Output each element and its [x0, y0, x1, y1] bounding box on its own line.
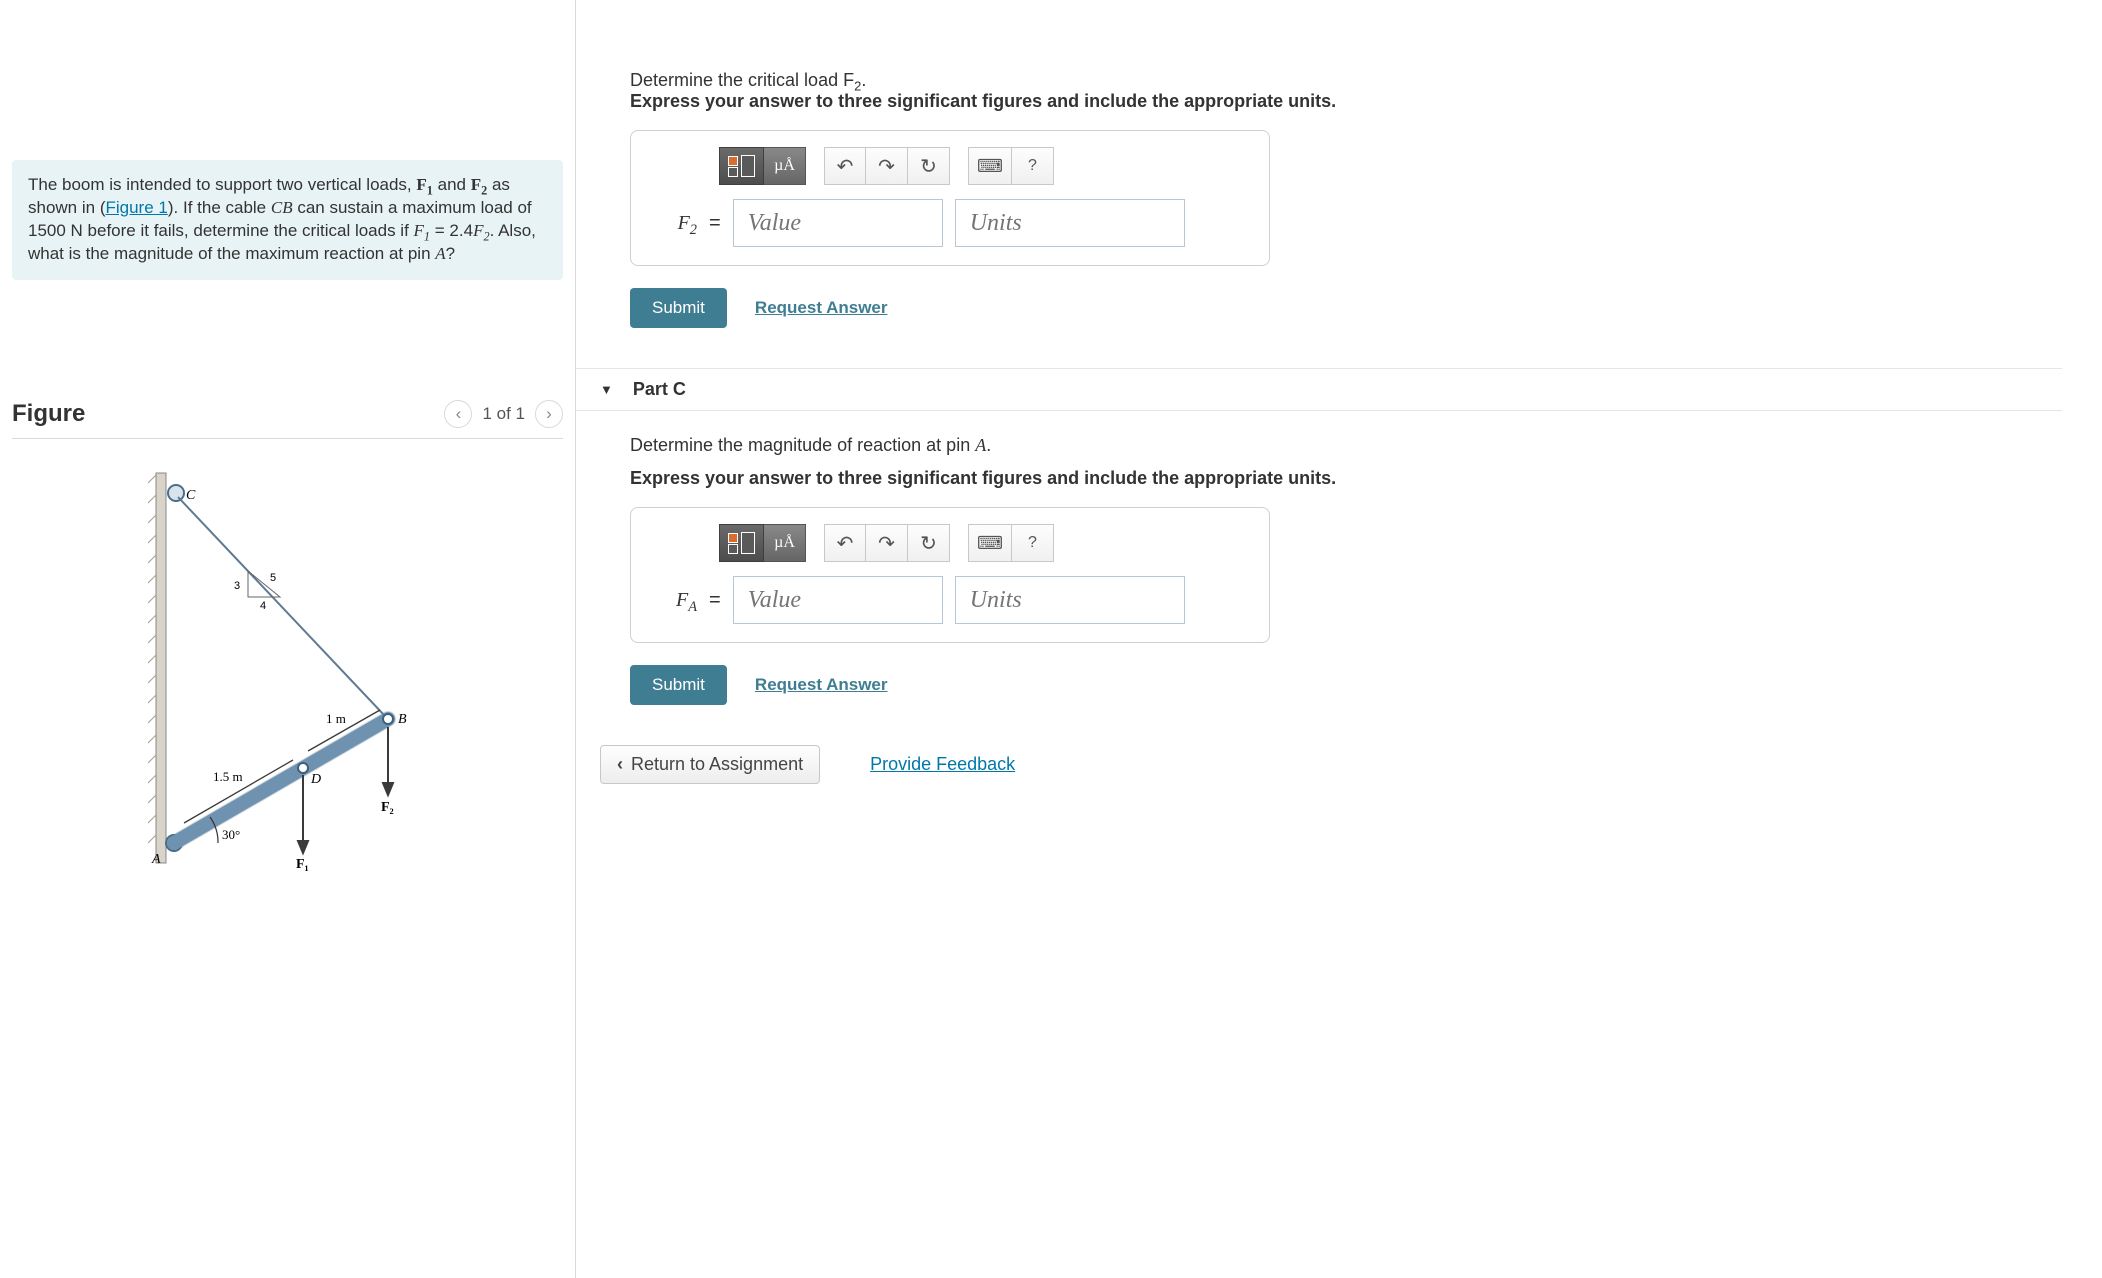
- template-button[interactable]: [719, 147, 764, 185]
- problem-statement: The boom is intended to support two vert…: [12, 160, 563, 280]
- return-to-assignment-button[interactable]: ‹ Return to Assignment: [600, 745, 820, 784]
- svg-text:F₁: F₁: [296, 857, 309, 872]
- provide-feedback-link[interactable]: Provide Feedback: [870, 754, 1015, 775]
- reset-icon: ↻: [920, 531, 937, 556]
- figure-pager-text: 1 of 1: [482, 404, 525, 424]
- figure-title: Figure: [12, 400, 85, 428]
- undo-icon: ↶: [837, 531, 854, 556]
- partc-value-input[interactable]: [733, 576, 943, 624]
- reset-button[interactable]: ↻: [908, 524, 950, 562]
- template-icon: [728, 155, 755, 177]
- redo-button[interactable]: ↷: [866, 147, 908, 185]
- partb-request-answer-link[interactable]: Request Answer: [755, 298, 888, 318]
- partc-request-answer-link[interactable]: Request Answer: [755, 675, 888, 695]
- chevron-right-icon: ›: [546, 404, 552, 424]
- template-button[interactable]: [719, 524, 764, 562]
- svg-text:5: 5: [270, 572, 276, 584]
- svg-text:30°: 30°: [222, 827, 240, 842]
- figure-diagram: C A D B: [12, 463, 563, 883]
- keyboard-button[interactable]: ⌨: [968, 147, 1012, 185]
- figure-next-button[interactable]: ›: [535, 400, 563, 428]
- partc-answer-box: µÅ ↶ ↷ ↻ ⌨ ? FA =: [630, 507, 1270, 643]
- partb-value-input[interactable]: [733, 199, 943, 247]
- undo-icon: ↶: [837, 154, 854, 179]
- reset-icon: ↻: [920, 154, 937, 179]
- partb-prompt: Determine the critical load F2.: [630, 70, 2062, 91]
- mu-a-icon: µÅ: [774, 157, 795, 175]
- partc-header[interactable]: ▼ Part C: [576, 368, 2062, 411]
- undo-button[interactable]: ↶: [824, 524, 866, 562]
- svg-text:1 m: 1 m: [326, 711, 346, 726]
- redo-button[interactable]: ↷: [866, 524, 908, 562]
- chevron-down-icon: ▼: [600, 382, 613, 397]
- help-icon: ?: [1028, 157, 1037, 175]
- svg-text:C: C: [186, 488, 196, 503]
- keyboard-icon: ⌨: [977, 533, 1003, 554]
- chevron-left-icon: ‹: [617, 754, 623, 775]
- partc-submit-button[interactable]: Submit: [630, 665, 727, 705]
- partc-title: Part C: [633, 379, 686, 400]
- help-button[interactable]: ?: [1012, 524, 1054, 562]
- chevron-left-icon: ‹: [456, 404, 462, 424]
- partb-instruction: Express your answer to three significant…: [576, 91, 2062, 112]
- help-button[interactable]: ?: [1012, 147, 1054, 185]
- partc-variable-label: FA: [649, 589, 697, 612]
- mu-a-icon: µÅ: [774, 534, 795, 552]
- svg-text:4: 4: [260, 600, 266, 612]
- partb-answer-box: µÅ ↶ ↷ ↻ ⌨ ? F2 =: [630, 130, 1270, 266]
- svg-text:B: B: [398, 712, 407, 727]
- redo-icon: ↷: [878, 154, 895, 179]
- greek-button[interactable]: µÅ: [764, 524, 806, 562]
- figure-prev-button[interactable]: ‹: [444, 400, 472, 428]
- greek-button[interactable]: µÅ: [764, 147, 806, 185]
- partc-prompt: Determine the magnitude of reaction at p…: [576, 435, 2062, 456]
- svg-text:D: D: [310, 772, 321, 787]
- svg-text:3: 3: [234, 580, 240, 592]
- partc-units-input[interactable]: [955, 576, 1185, 624]
- svg-text:A: A: [151, 852, 161, 867]
- partc-instruction: Express your answer to three significant…: [576, 468, 2062, 489]
- partb-submit-button[interactable]: Submit: [630, 288, 727, 328]
- partb-variable-label: F2: [649, 212, 697, 235]
- figure-link[interactable]: Figure 1: [105, 198, 167, 217]
- return-label: Return to Assignment: [631, 754, 803, 775]
- redo-icon: ↷: [878, 531, 895, 556]
- template-icon: [728, 532, 755, 554]
- keyboard-button[interactable]: ⌨: [968, 524, 1012, 562]
- undo-button[interactable]: ↶: [824, 147, 866, 185]
- partb-units-input[interactable]: [955, 199, 1185, 247]
- svg-text:F₂: F₂: [381, 800, 394, 815]
- svg-text:1.5 m: 1.5 m: [213, 769, 243, 784]
- keyboard-icon: ⌨: [977, 156, 1003, 177]
- help-icon: ?: [1028, 534, 1037, 552]
- reset-button[interactable]: ↻: [908, 147, 950, 185]
